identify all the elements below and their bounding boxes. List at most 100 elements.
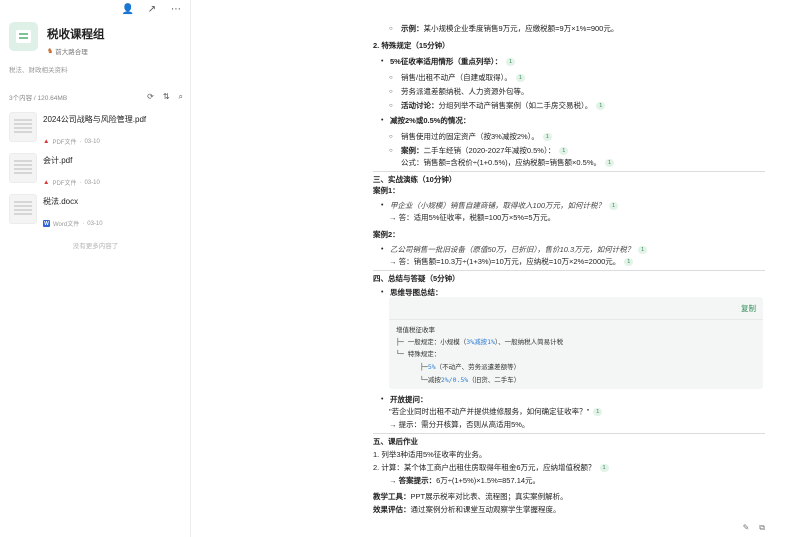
file-name: 会计.pdf [43,156,73,165]
code-block-header: 复制 [389,297,763,320]
code-block: 复制 增值税征收率 ├─ 一般规定：小规模（3%减按1%）、一般纳税人简易计税 … [389,297,763,389]
file-list-header: 3个内容 / 120.64MB ⟳ ⇅ ⌕ [9,92,183,102]
group-owner: ♞ 前大路合理 [47,46,105,56]
circle-bullet: ○ [389,148,393,154]
bullet-item: • 开放提问： [373,395,428,405]
owner-avatar-icon: ♞ [47,48,54,55]
citation-badge[interactable]: 1 [596,102,606,111]
tools-label: 教学工具： [373,492,411,501]
example-line: ○ 示例：某小规模企业季度销售9万元，应缴税额=9万×1%=900元。 [389,24,618,34]
file-item[interactable]: 会计.pdf ▲ PDF文件 · 03-10 [9,153,183,189]
citation-badge[interactable]: 1 [624,258,634,267]
code-line: ├─5%（不动产、劳务派遣差额等） [420,362,520,372]
case-label: 案例1： [373,186,400,195]
hint-line: → 提示：需分开核算，否则从高适用5%。 [389,420,530,429]
group-description: 税法、财政相关资料 [9,67,68,74]
pdf-icon: ▲ [43,179,50,186]
copy-button[interactable]: 复制 [741,303,756,314]
sub-item: ○ 活动讨论：分组列举不动产销售案例（如二手房交易税）。 1 [389,101,606,111]
sub-item-text: 劳务派遣差额纳税、人力资源外包等。 [401,87,529,96]
answer-hint-text: 6万÷(1+5%)×1.5%=857.14元。 [436,476,541,485]
code-line: ├─ 一般规定：小规模（3%减按1%）、一般纳税人简易计税 [396,337,563,347]
pdf-icon: ▲ [43,138,50,145]
section-heading: 五、课后作业 [373,437,418,446]
edit-icon[interactable]: ✎ [743,523,750,533]
case-question-text: 甲企业（小规模）销售自建商铺，取得收入100万元，如何计税？ [390,201,606,210]
file-type: Word文件 [53,222,80,228]
divider [373,270,765,271]
divider [373,433,765,434]
sub-item: ○ 销售/出租不动产（自建或取得）。 1 [389,73,525,83]
file-meta: W Word文件 · 03-10 [43,219,103,228]
main-panel: ○ 示例：某小规模企业季度销售9万元，应缴税额=9万×1%=900元。 2. 特… [191,0,799,537]
citation-badge[interactable]: 1 [515,74,525,83]
file-name: 税法.docx [43,197,79,206]
share-icon[interactable]: ↗ [146,3,158,15]
citation-badge[interactable]: 1 [593,408,603,417]
citation-badge[interactable]: 1 [542,133,552,142]
citation-badge[interactable]: 1 [599,464,609,473]
bullet: • [381,246,384,253]
evaluation-text: 通过案例分析和课堂互动观察学生掌握程度。 [410,505,561,514]
citation-badge[interactable]: 1 [605,159,614,168]
tools-line: 教学工具：PPT展示税率对比表、流程图；真实案例解析。 [373,492,568,502]
bullet: • [381,117,384,124]
top-actions: 👤 ↗ ⋯ [122,3,182,15]
bullet-text: 思维导图总结： [390,288,443,297]
code-line: 增值税征收率 [396,326,435,334]
code-text: ├─ 一般规定：小规模（ [396,338,467,346]
circle-bullet: ○ [389,75,393,81]
answer-hint-label: → 答案提示： [389,476,437,485]
group-title: 税收课程组 [47,29,105,41]
code-highlight: 5% [427,363,436,371]
open-question: "若企业同时出租不动产并提供维修服务，如何确定征收率？" 1 [389,407,603,417]
case-answer: → 答：适用5%征收率，税额=100万×5%=5万元。 [389,213,556,222]
refresh-icon[interactable]: ⟳ [147,92,154,102]
sort-icon[interactable]: ⇅ [163,92,170,102]
code-highlight: 3%减按1% [466,338,495,346]
case-question: • 乙公司销售一批旧设备（原值50万，已折旧），售价10.3万元，如何计税？ 1 [373,245,648,255]
file-date: 03-10 [87,220,103,227]
formula-text: 公式：销售额=含税价÷(1+0.5%)，应纳税额=销售额×0.5%。 [401,158,601,167]
answer-hint: → 答案提示：6万÷(1+5%)×1.5%=857.14元。 [389,476,540,486]
sub-item: ○ 劳务派遣差额纳税、人力资源外包等。 [389,87,529,97]
sub-item: ○ 销售使用过的固定资产（按3%减按2%）。 1 [389,132,552,142]
code-text: （旧货、二手车） [468,376,521,384]
section-heading: 四、总结与答疑（5分钟） [373,274,460,283]
citation-badge[interactable]: 1 [609,202,619,211]
group-logo-icon [9,22,38,51]
user-icon[interactable]: 👤 [122,3,134,15]
citation-badge[interactable]: 1 [559,147,569,156]
bullet: • [381,202,384,209]
section-heading: 三、实战演练（10分钟） [373,175,457,184]
sidebar: 👤 ↗ ⋯ 税收课程组 ♞ 前大路合理 税法、财政相关资料 3个内容 / 120… [0,0,191,537]
meta-separator: · [79,179,82,186]
code-text: └─减按 [420,376,441,384]
file-type: PDF文件 [52,140,77,146]
sub-item-label: 案例： [401,146,424,155]
citation-badge[interactable]: 1 [638,246,648,255]
bullet-item: • 减按2%或0.5%的情况： [373,116,470,126]
citation-badge[interactable]: 1 [506,58,516,67]
case-answer-text: → 答：销售额=10.3万÷(1+3%)=10万元，应纳税=10万×2%=200… [389,257,621,266]
file-item[interactable]: 2024公司战略与风险管理.pdf ▲ PDF文件 · 03-10 [9,112,183,148]
file-item[interactable]: 税法.docx W Word文件 · 03-10 [9,194,183,230]
code-line: └─ 特殊规定： [396,350,441,358]
search-icon[interactable]: ⌕ [179,92,183,102]
bullet-text: 5%征收率适用情形（重点列举）： [390,57,503,66]
sub-item-text: 销售/出租不动产（自建或取得）。 [401,73,512,82]
no-more-text: 没有更多内容了 [72,243,119,250]
more-icon[interactable]: ⋯ [170,3,182,15]
code-text: （不动产、劳务派遣差额等） [435,363,521,371]
circle-bullet: ○ [389,103,393,109]
copy-icon[interactable]: ⧉ [759,523,765,533]
meta-separator: · [79,138,82,145]
bottom-actions: ✎ ⧉ [743,523,765,533]
file-meta: ▲ PDF文件 · 03-10 [43,137,146,146]
evaluation-label: 效果评估： [373,505,411,514]
example-label: 示例： [401,24,424,33]
bullet-text: 开放提问： [390,395,428,404]
code-highlight: 2%/0.5% [440,376,469,384]
bullet: • [381,58,384,65]
case-label: 案例2： [373,230,400,239]
